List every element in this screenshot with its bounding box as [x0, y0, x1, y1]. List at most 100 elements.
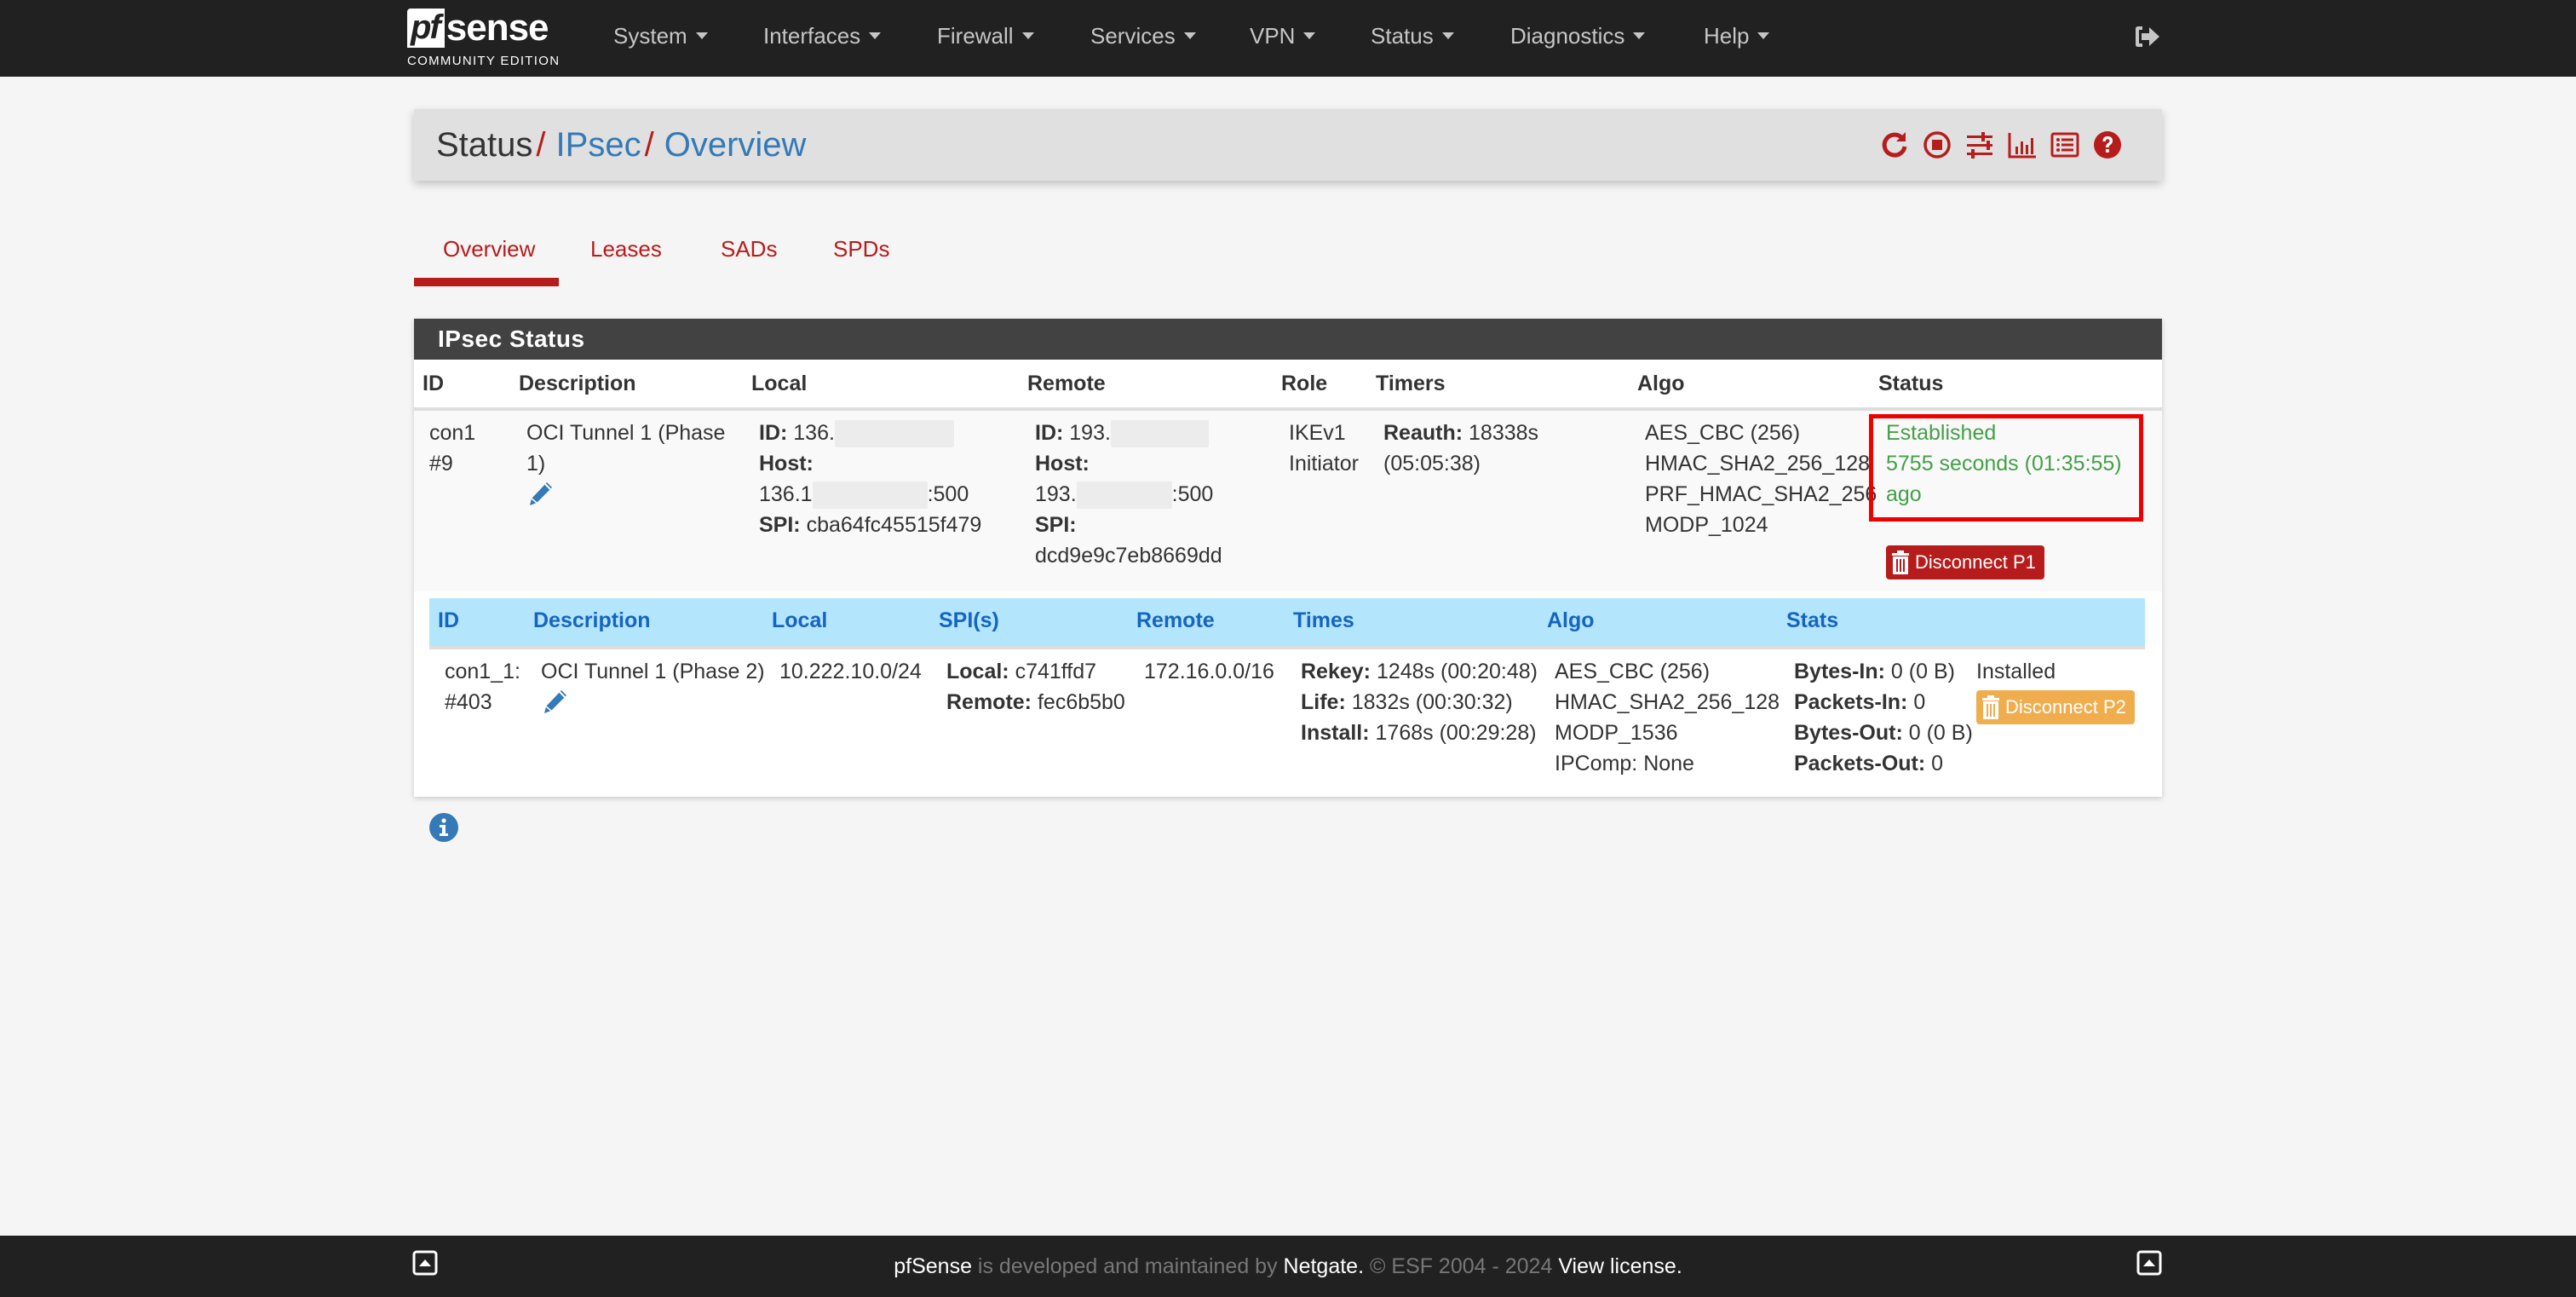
tab-sads[interactable]: SADs — [721, 228, 777, 269]
p2-column-header-algo: Algo — [1547, 608, 1595, 632]
footer-netgate-link[interactable]: Netgate. — [1284, 1254, 1365, 1278]
top-navbar: pf sense COMMUNITY EDITION System Interfa… — [0, 0, 2576, 77]
trash-icon — [1892, 551, 1909, 574]
nav-menu-vpn[interactable]: VPN — [1250, 20, 1316, 51]
caret-down-icon — [1021, 32, 1034, 40]
p1-status-duration: 5755 seconds (01:35:55) — [1886, 452, 2122, 476]
caret-down-icon — [1633, 32, 1646, 40]
logo-pf: pf — [407, 9, 445, 48]
label: Bytes-In: — [1794, 660, 1885, 683]
bar-chart-icon[interactable] — [2007, 130, 2038, 160]
p2-algo-encryption: AES_CBC (256) — [1555, 660, 1711, 683]
label: Packets-Out: — [1794, 752, 1926, 775]
footer-text: pfSense is developed and maintained by N… — [0, 1253, 2576, 1280]
tab-leases[interactable]: Leases — [590, 228, 662, 269]
breadcrumb-status: Status — [436, 126, 533, 164]
phase2-header: ID Description Local SPI(s) Remote Times… — [429, 598, 2145, 646]
disconnect-p1-button[interactable]: Disconnect P1 — [1886, 545, 2044, 579]
p2-bytes-out: Bytes-Out: 0 (0 B) — [1794, 718, 1973, 748]
value: 0 — [1913, 690, 1926, 714]
label: SPI: — [759, 513, 801, 537]
tab-spds[interactable]: SPDs — [833, 228, 889, 269]
breadcrumb-overview-link[interactable]: Overview — [664, 126, 807, 164]
p2-stats-cell: Bytes-In: 0 (0 B) Packets-In: 0 Bytes-Ou… — [1794, 656, 1973, 779]
p2-column-header-id: ID — [438, 608, 459, 632]
p1-local-cell: ID: 136. Host: 136.1:500 SPI: cba64fc455… — [759, 418, 981, 540]
p2-description-cell: OCI Tunnel 1 (Phase 2) — [541, 656, 765, 716]
port: :500 — [927, 482, 969, 506]
stop-circle-icon[interactable] — [1922, 130, 1952, 160]
caret-down-icon — [695, 32, 708, 40]
value: 136. — [793, 421, 835, 445]
p1-remote-cell: ID: 193. Host: 193.:500 SPI: dcd9e9c7eb8… — [1035, 418, 1222, 571]
p1-status-ago: ago — [1886, 482, 1922, 506]
p2-local-cell: 10.222.10.0/24 — [779, 660, 922, 683]
p1-status-established: Established — [1886, 421, 1997, 445]
phase1-row: con1 #9 OCI Tunnel 1 (Phase 1) ID: 136. … — [414, 411, 2162, 591]
nav-menu-firewall[interactable]: Firewall — [937, 20, 1034, 51]
pencil-edit-icon[interactable] — [526, 479, 555, 508]
phase2-table: ID Description Local SPI(s) Remote Times… — [429, 598, 2145, 787]
p2-spi-remote: Remote: fec6b5b0 — [946, 687, 1125, 718]
pencil-edit-icon[interactable] — [541, 687, 570, 716]
p2-install: Install: 1768s (00:29:28) — [1301, 718, 1538, 748]
p1-local-id: ID: 136. — [759, 418, 981, 448]
pfsense-logo[interactable]: pf sense COMMUNITY EDITION — [407, 9, 571, 70]
label: ID: — [759, 421, 788, 445]
redo-icon[interactable] — [1879, 130, 1910, 160]
value: 1832s (00:30:32) — [1351, 690, 1513, 714]
nav-menu-help[interactable]: Help — [1704, 20, 1770, 51]
column-header-local: Local — [751, 372, 808, 395]
breadcrumb-ipsec-link[interactable]: IPsec — [556, 126, 641, 164]
value: 193. — [1035, 482, 1077, 506]
p1-description-cell: OCI Tunnel 1 (Phase 1) — [526, 418, 725, 508]
logo-mark: pf sense — [407, 9, 549, 48]
value: fec6b5b0 — [1037, 690, 1125, 714]
question-circle-icon[interactable] — [2092, 130, 2123, 160]
footer-text-1: is developed and maintained by — [971, 1254, 1284, 1278]
column-header-role: Role — [1281, 372, 1328, 395]
active-tab-indicator — [414, 278, 559, 286]
scroll-to-top-icon[interactable] — [2136, 1250, 2162, 1276]
footer-brand-link[interactable]: pfSense — [894, 1254, 972, 1278]
label: Rekey: — [1301, 660, 1371, 683]
list-alt-icon[interactable] — [2050, 130, 2080, 160]
tab-overview[interactable]: Overview — [443, 228, 535, 269]
nav-menu-status[interactable]: Status — [1371, 20, 1454, 51]
nav-menu-system[interactable]: System — [613, 20, 708, 51]
nav-label: Diagnostics — [1510, 23, 1625, 49]
redacted-region — [1110, 420, 1209, 448]
p2-remote-cell: 172.16.0.0/16 — [1144, 660, 1274, 683]
value: 0 — [1931, 752, 1944, 775]
nav-menu-interfaces[interactable]: Interfaces — [763, 20, 882, 51]
p2-bytes-in: Bytes-In: 0 (0 B) — [1794, 656, 1973, 687]
p1-algo-dh: MODP_1024 — [1645, 513, 1768, 537]
redacted-region — [812, 481, 928, 510]
p2-column-header-local: Local — [772, 608, 828, 632]
disconnect-p2-label: Disconnect P2 — [2005, 696, 2126, 718]
footer-copyright: © ESF 2004 - 2024 — [1364, 1254, 1559, 1278]
breadcrumb-separator: / — [644, 126, 654, 164]
redacted-region — [834, 420, 954, 448]
footer-license-link[interactable]: View license. — [1558, 1254, 1682, 1278]
p2-algo-integrity: HMAC_SHA2_256_128 — [1555, 690, 1780, 714]
column-header-description: Description — [519, 372, 636, 395]
column-header-status: Status — [1878, 372, 1944, 395]
p2-state: Installed — [1976, 660, 2056, 683]
nav-menu-diagnostics[interactable]: Diagnostics — [1510, 20, 1646, 51]
p1-reauth: Reauth: 18338s — [1383, 418, 1538, 448]
p1-algo-integrity: HMAC_SHA2_256_128 — [1645, 452, 1871, 476]
sliders-icon[interactable] — [1964, 130, 1995, 160]
label: SPI: — [1035, 513, 1077, 537]
info-circle-icon[interactable] — [428, 812, 459, 843]
disconnect-p2-button[interactable]: Disconnect P2 — [1976, 690, 2135, 724]
p2-id-cell: con1_1: #403 — [445, 656, 520, 718]
p1-local-spi: SPI: cba64fc45515f479 — [759, 510, 981, 540]
p1-remote-id: ID: 193. — [1035, 418, 1222, 448]
nav-menu-services[interactable]: Services — [1090, 20, 1196, 51]
nav-label: VPN — [1250, 23, 1296, 49]
p1-id-number: #9 — [429, 452, 453, 476]
sign-out-icon[interactable] — [2134, 24, 2161, 49]
p2-rekey: Rekey: 1248s (00:20:48) — [1301, 656, 1538, 687]
breadcrumb-bar: Status / IPsec / Overview — [414, 109, 2162, 181]
